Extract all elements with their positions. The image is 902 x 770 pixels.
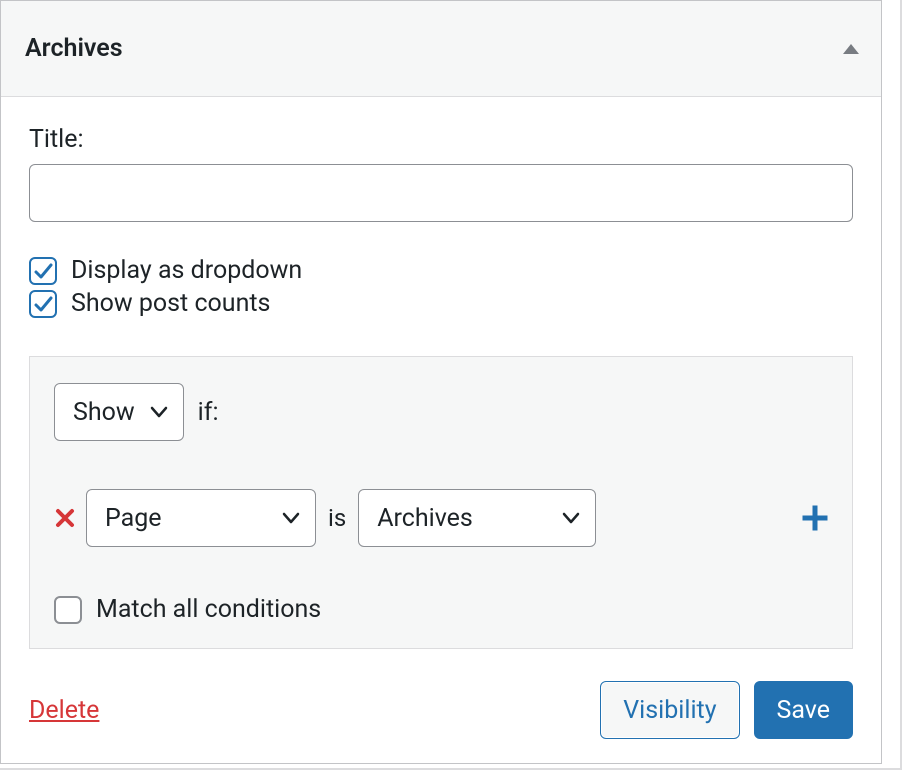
checkbox-unchecked-icon[interactable] (54, 596, 82, 624)
chevron-down-icon (149, 405, 169, 419)
display-as-dropdown-label: Display as dropdown (71, 256, 302, 285)
visibility-conditions-panel: Show if: Page (29, 356, 853, 649)
collapse-icon[interactable] (841, 42, 861, 56)
condition-action-select[interactable]: Show (54, 383, 184, 441)
checkbox-checked-icon[interactable] (29, 290, 57, 318)
widget-body: Title: Display as dropdown Show post cou… (1, 97, 881, 763)
condition-subject-select[interactable]: Page (86, 489, 316, 547)
condition-object-select[interactable]: Archives (358, 489, 596, 547)
title-label: Title: (29, 125, 853, 154)
delete-link[interactable]: Delete (29, 696, 99, 725)
show-post-counts-row[interactable]: Show post counts (29, 289, 853, 318)
chevron-down-icon (561, 511, 581, 525)
checkbox-checked-icon[interactable] (29, 257, 57, 285)
widget-footer: Delete Visibility Save (29, 681, 853, 739)
condition-subject-value: Page (105, 504, 162, 533)
condition-object-value: Archives (377, 504, 473, 533)
if-text: if: (198, 398, 219, 427)
save-button[interactable]: Save (754, 681, 853, 739)
condition-action-value: Show (73, 398, 135, 427)
visibility-button[interactable]: Visibility (600, 681, 739, 739)
chevron-down-icon (281, 511, 301, 525)
remove-condition-icon[interactable] (54, 507, 76, 529)
widget-title: Archives (25, 34, 123, 63)
condition-rule-row: Page is Archives (54, 489, 828, 547)
widget-header[interactable]: Archives (1, 1, 881, 97)
match-all-label: Match all conditions (96, 595, 321, 624)
add-condition-icon[interactable] (802, 505, 828, 531)
display-as-dropdown-row[interactable]: Display as dropdown (29, 256, 853, 285)
show-post-counts-label: Show post counts (71, 289, 270, 318)
archives-widget: Archives Title: Display as dropdown (0, 0, 882, 764)
is-text: is (328, 504, 346, 532)
match-all-row[interactable]: Match all conditions (54, 595, 828, 624)
title-input[interactable] (29, 164, 853, 222)
